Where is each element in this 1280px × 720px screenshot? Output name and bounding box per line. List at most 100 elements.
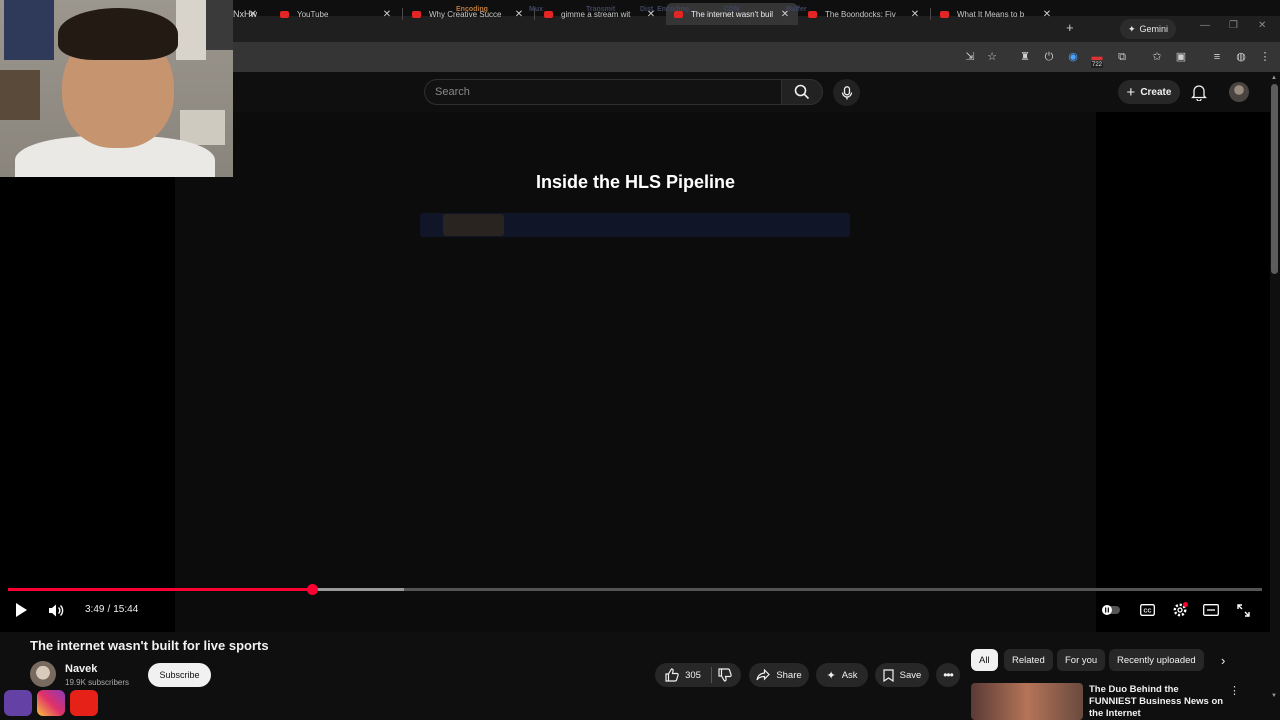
wall-poster	[206, 0, 233, 50]
like-count: 305	[685, 669, 701, 681]
browser-tab[interactable]: The Boondocks: Fiv ✕	[800, 3, 928, 25]
youtube-favicon-icon	[940, 10, 949, 18]
youtube-favicon-icon	[808, 10, 817, 18]
window-close-icon[interactable]: ✕	[1258, 20, 1266, 31]
tab-label: The Boondocks: Fiv	[825, 9, 896, 19]
close-icon[interactable]: ✕	[514, 9, 524, 20]
expand-icon	[1236, 603, 1250, 617]
more-horizontal-icon: •••	[943, 668, 954, 682]
new-tab-button[interactable]: +	[1066, 20, 1074, 35]
chip-related[interactable]: Related	[1004, 649, 1053, 671]
volume-icon	[48, 604, 63, 616]
youtube-favicon-icon	[412, 10, 421, 18]
install-app-icon[interactable]: ⇲	[963, 50, 977, 64]
share-button[interactable]: Share	[749, 663, 809, 687]
play-icon	[16, 603, 27, 617]
recommendation-title[interactable]: The Duo Behind the FUNNIEST Business New…	[1089, 684, 1224, 720]
screen: { "browser": { "tabs": [ {"label": "", "…	[0, 0, 1280, 720]
browser-tab[interactable]: YouTube ✕	[272, 3, 400, 25]
chip-all[interactable]: All	[971, 649, 998, 671]
voice-search-button[interactable]	[833, 79, 860, 106]
play-button[interactable]	[12, 601, 30, 619]
menu-dots-icon[interactable]: ⋮	[1258, 50, 1272, 64]
captions-icon: CC	[1139, 604, 1155, 616]
ask-label: Ask	[841, 669, 858, 681]
scrollbar-thumb[interactable]	[1271, 84, 1278, 274]
tab-label: YouTube	[297, 9, 329, 19]
close-icon[interactable]: ✕	[910, 9, 920, 20]
volume-button[interactable]	[47, 601, 65, 619]
save-button[interactable]: Save	[875, 663, 929, 687]
ask-button[interactable]: ✦ Ask	[816, 663, 868, 687]
chevron-right-icon[interactable]: ›	[1213, 649, 1233, 671]
search-input[interactable]	[425, 80, 781, 104]
more-actions-button[interactable]: •••	[936, 663, 960, 687]
bookmark-star-icon[interactable]: ☆	[985, 50, 999, 64]
instagram-icon	[37, 690, 65, 716]
gear-icon	[1173, 602, 1188, 617]
fullscreen-button[interactable]	[1234, 601, 1252, 619]
puzzle-icon[interactable]: ⧉	[1115, 50, 1129, 64]
recommendation-thumbnail[interactable]	[971, 683, 1083, 720]
url-text[interactable]: NxHw	[233, 9, 257, 19]
dislike-button[interactable]	[713, 663, 737, 687]
search-box	[424, 79, 781, 105]
pipeline-stage: Encoding	[456, 6, 488, 13]
like-button[interactable]: 305	[658, 663, 708, 687]
channel-name[interactable]: Navek	[65, 663, 97, 675]
video-title: The internet wasn't built for live sport…	[30, 638, 269, 653]
settings-button[interactable]	[1171, 601, 1189, 619]
more-vertical-icon[interactable]: ⋮	[1229, 684, 1240, 697]
thumbs-down-icon	[718, 668, 732, 682]
tab-divider	[930, 8, 931, 20]
media-icon[interactable]: ≡	[1210, 50, 1224, 64]
svg-text:CC: CC	[1143, 608, 1151, 614]
captions-button[interactable]: CC	[1138, 601, 1156, 619]
progress-played	[8, 588, 313, 591]
minimize-icon[interactable]: —	[1200, 20, 1210, 31]
sparkle-icon: ✦	[826, 669, 836, 682]
pipeline-stage: Dist. Encoding	[640, 6, 689, 13]
gemini-button[interactable]: ✦ Gemini	[1120, 19, 1177, 39]
wall-poster	[180, 110, 225, 145]
theater-mode-button[interactable]	[1202, 601, 1220, 619]
duration: 15:44	[113, 604, 139, 615]
account-avatar[interactable]	[1229, 82, 1249, 102]
like-divider	[711, 667, 712, 683]
pipeline-stage: Buffer	[786, 6, 807, 13]
wall-poster	[176, 0, 206, 60]
scroll-down-icon[interactable]: ▼	[1271, 693, 1277, 699]
chip-for-you[interactable]: For you	[1057, 649, 1106, 671]
autoplay-toggle[interactable]	[1102, 601, 1120, 619]
youtube-favicon-icon	[544, 10, 553, 18]
sidebar-icon[interactable]: ▣	[1174, 50, 1188, 64]
share-icon	[756, 669, 771, 681]
tab-divider	[402, 8, 403, 20]
browser-tab[interactable]: What It Means to b ✕	[932, 3, 1060, 25]
pipeline-stage: CDN	[724, 6, 740, 13]
search-button[interactable]	[781, 79, 823, 105]
search-icon	[794, 84, 810, 100]
favorites-icon[interactable]: ✩	[1150, 50, 1164, 64]
tab-label: What It Means to b	[957, 9, 1025, 19]
close-icon[interactable]: ✕	[1042, 9, 1052, 20]
chip-recently-uploaded[interactable]: Recently uploaded	[1109, 649, 1204, 671]
close-icon[interactable]: ✕	[382, 9, 392, 20]
wall-poster	[4, 0, 54, 60]
scrubber-handle[interactable]	[307, 584, 318, 595]
scroll-up-icon[interactable]: ▲	[1271, 75, 1277, 81]
power-icon[interactable]: ⏻	[1042, 50, 1056, 64]
subscribe-button[interactable]: Subscribe	[148, 663, 211, 687]
restore-icon[interactable]: ❐	[1229, 20, 1238, 31]
share-label: Share	[776, 669, 802, 681]
channel-avatar[interactable]	[30, 661, 56, 687]
extension-icon[interactable]: ♜	[1018, 50, 1032, 64]
create-button[interactable]: + Create	[1118, 80, 1180, 104]
save-label: Save	[899, 669, 922, 681]
sparkle-icon: ✦	[1128, 23, 1136, 34]
subscriber-count: 19.9K subscribers	[65, 678, 130, 687]
audio-extension-icon[interactable]: ◉	[1066, 50, 1080, 64]
notifications-button[interactable]	[1190, 84, 1208, 106]
current-time: 3:49	[85, 604, 105, 615]
profile-icon[interactable]: ◍	[1234, 50, 1248, 64]
